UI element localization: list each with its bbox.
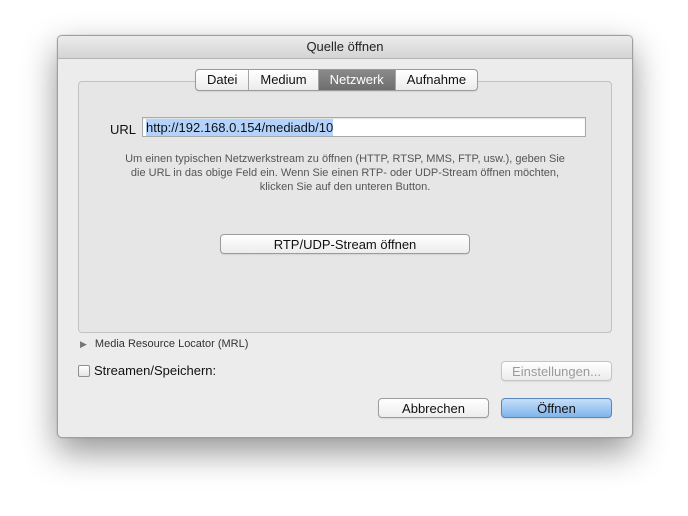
stream-save-label: Streamen/Speichern: (94, 363, 217, 378)
url-input[interactable]: http://192.168.0.154/mediadb/10 (142, 117, 586, 137)
url-input-value: http://192.168.0.154/mediadb/10 (146, 119, 334, 136)
source-tabs: Datei Medium Netzwerk Aufnahme (195, 69, 479, 91)
tab-netzwerk[interactable]: Netzwerk (318, 70, 396, 90)
disclosure-triangle-icon[interactable]: ▶ (80, 339, 87, 350)
help-line-2: die URL in das obige Feld ein. Wenn Sie … (130, 167, 560, 179)
tab-medium[interactable]: Medium (249, 70, 319, 90)
help-line-3: klicken Sie auf den unteren Button. (259, 181, 431, 193)
url-label: URL (110, 122, 137, 137)
open-source-dialog: Quelle öffnen Datei Medium Netzwerk Aufn… (57, 35, 633, 438)
stream-save-option[interactable]: Streamen/Speichern: (78, 363, 216, 378)
help-line-1: Um einen typischen Netzwerkstream zu öff… (125, 153, 565, 165)
mrl-disclosure[interactable]: ▶ Media Resource Locator (MRL) (80, 338, 248, 350)
tab-aufnahme[interactable]: Aufnahme (396, 70, 477, 90)
network-help-text: Um einen typischen Netzwerkstream zu öff… (98, 152, 592, 194)
tab-datei[interactable]: Datei (196, 70, 250, 90)
stream-save-checkbox[interactable] (78, 364, 90, 377)
open-button[interactable]: Öffnen (501, 398, 612, 418)
window-title: Quelle öffnen (58, 36, 632, 59)
rtp-udp-stream-button[interactable]: RTP/UDP-Stream öffnen (220, 234, 470, 254)
mrl-label: Media Resource Locator (MRL) (94, 338, 249, 350)
cancel-button[interactable]: Abbrechen (378, 398, 489, 418)
settings-button[interactable]: Einstellungen... (501, 361, 612, 381)
